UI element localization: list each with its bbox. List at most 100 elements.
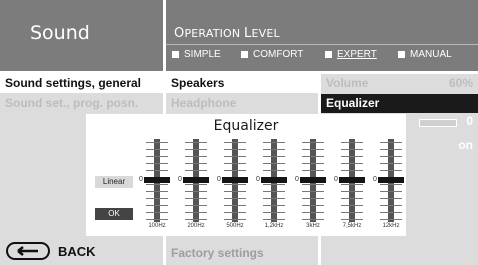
eq-slider-tick — [224, 198, 246, 199]
eq-slider-knob[interactable] — [378, 177, 404, 183]
eq-slider-tick — [380, 198, 402, 199]
eq-slider-knob[interactable] — [144, 177, 170, 183]
ok-button[interactable]: OK — [95, 208, 133, 220]
eq-slider-tick — [185, 205, 207, 206]
mode-comfort-box-icon — [241, 51, 248, 58]
eq-slider-value: 0 — [217, 176, 221, 183]
eq-slider-tick — [380, 219, 402, 220]
operation-level-modes: SIMPLE COMFORT EXPERT MANUAL — [166, 44, 478, 65]
mode-simple[interactable]: SIMPLE — [172, 49, 221, 60]
eq-slider-tick — [146, 142, 168, 143]
eq-slider-tick — [302, 219, 324, 220]
eq-slider-band-7[interactable]: 0 — [373, 139, 406, 222]
mode-expert-box-icon — [325, 51, 332, 58]
eq-slider-tick — [263, 212, 285, 213]
eq-slider-tick — [380, 163, 402, 164]
equalizer-title: Equalizer — [213, 118, 279, 134]
eq-slider-tick — [302, 156, 324, 157]
eq-slider-tick — [380, 142, 402, 143]
eq-slider-band-1[interactable]: 0 — [139, 139, 172, 222]
eq-slider-tick — [224, 156, 246, 157]
eq-slider-tick — [263, 184, 285, 185]
back-button[interactable]: BACK — [6, 242, 96, 260]
eq-slider-tick — [185, 191, 207, 192]
setting-on-value: on — [458, 138, 473, 152]
eq-slider-tick — [224, 184, 246, 185]
eq-slider-tick — [341, 156, 363, 157]
eq-slider-tick — [380, 191, 402, 192]
eq-frequency-label: 100Hz — [148, 223, 166, 229]
eq-slider-tick — [224, 205, 246, 206]
eq-slider-tick — [302, 149, 324, 150]
menu-item-headphone[interactable]: Headphone — [166, 94, 318, 113]
eq-slider-tick — [263, 191, 285, 192]
menu-item-speakers[interactable]: Speakers — [166, 74, 318, 93]
mode-simple-label: SIMPLE — [184, 49, 221, 60]
eq-slider-tick — [146, 219, 168, 220]
menu-item-volume[interactable]: Volume 60% — [321, 74, 478, 93]
eq-slider-tick — [380, 205, 402, 206]
menu-item-equalizer[interactable]: Equalizer — [321, 94, 478, 113]
eq-slider-tick — [341, 149, 363, 150]
volume-label: Volume — [326, 76, 369, 90]
menu-item-sound-settings-general[interactable]: Sound settings, general — [0, 74, 163, 93]
eq-slider-tick — [302, 142, 324, 143]
eq-frequency-label: 1,2kHz — [264, 223, 284, 229]
eq-slider-tick — [380, 156, 402, 157]
eq-slider-tick — [341, 191, 363, 192]
eq-slider-band-6[interactable]: 0 — [334, 139, 367, 222]
eq-slider-tick — [224, 170, 246, 171]
eq-slider-tick — [146, 205, 168, 206]
eq-slider-band-3[interactable]: 0 — [217, 139, 250, 222]
eq-slider-tick — [302, 205, 324, 206]
eq-slider-tick — [341, 198, 363, 199]
eq-slider-tick — [341, 142, 363, 143]
eq-slider-tick — [341, 212, 363, 213]
eq-slider-tick — [302, 184, 324, 185]
mode-manual[interactable]: MANUAL — [398, 49, 452, 60]
mode-manual-label: MANUAL — [410, 49, 452, 60]
eq-slider-tick — [341, 219, 363, 220]
eq-slider-tick — [146, 198, 168, 199]
volume-value: 60% — [448, 76, 473, 90]
eq-slider-tick — [380, 149, 402, 150]
eq-slider-tick — [263, 149, 285, 150]
eq-slider-tick — [302, 163, 324, 164]
eq-slider-tick — [341, 184, 363, 185]
eq-slider-tick — [380, 170, 402, 171]
eq-slider-tick — [185, 156, 207, 157]
mode-expert[interactable]: EXPERT — [325, 49, 377, 60]
back-arrow-icon — [6, 242, 50, 260]
balance-value: 0 — [466, 114, 473, 128]
eq-slider-band-4[interactable]: 0 — [256, 139, 289, 222]
mode-comfort-label: COMFORT — [253, 49, 304, 60]
linear-button[interactable]: Linear — [95, 176, 133, 188]
eq-slider-band-2[interactable]: 0 — [178, 139, 211, 222]
balance-slider[interactable] — [419, 119, 457, 127]
eq-slider-tick — [185, 149, 207, 150]
eq-slider-knob[interactable] — [339, 177, 365, 183]
eq-slider-knob[interactable] — [261, 177, 287, 183]
eq-slider-tick — [185, 212, 207, 213]
eq-slider-tick — [302, 170, 324, 171]
eq-slider-value: 0 — [256, 176, 260, 183]
eq-slider-tick — [224, 191, 246, 192]
menu-item-sound-set-prog-posn[interactable]: Sound set., prog. posn. — [0, 94, 163, 113]
mode-simple-box-icon — [172, 51, 179, 58]
operation-level-heading: OPERATION LEVEL — [174, 26, 280, 41]
menu-item-factory-settings[interactable]: Factory settings — [166, 244, 318, 263]
eq-slider-knob[interactable] — [183, 177, 209, 183]
eq-slider-tick — [302, 198, 324, 199]
eq-slider-knob[interactable] — [300, 177, 326, 183]
eq-slider-tick — [185, 198, 207, 199]
eq-slider-knob[interactable] — [222, 177, 248, 183]
sound-screen: Sound OPERATION LEVEL SIMPLE COMFORT EXP… — [0, 0, 478, 265]
mode-comfort[interactable]: COMFORT — [241, 49, 303, 60]
eq-slider-tick — [224, 212, 246, 213]
eq-slider-band-5[interactable]: 0 — [295, 139, 328, 222]
eq-slider-tick — [263, 163, 285, 164]
eq-frequency-label: 500Hz — [226, 223, 244, 229]
eq-slider-tick — [224, 142, 246, 143]
header-title-panel: Sound — [0, 0, 163, 71]
eq-slider-tick — [146, 156, 168, 157]
